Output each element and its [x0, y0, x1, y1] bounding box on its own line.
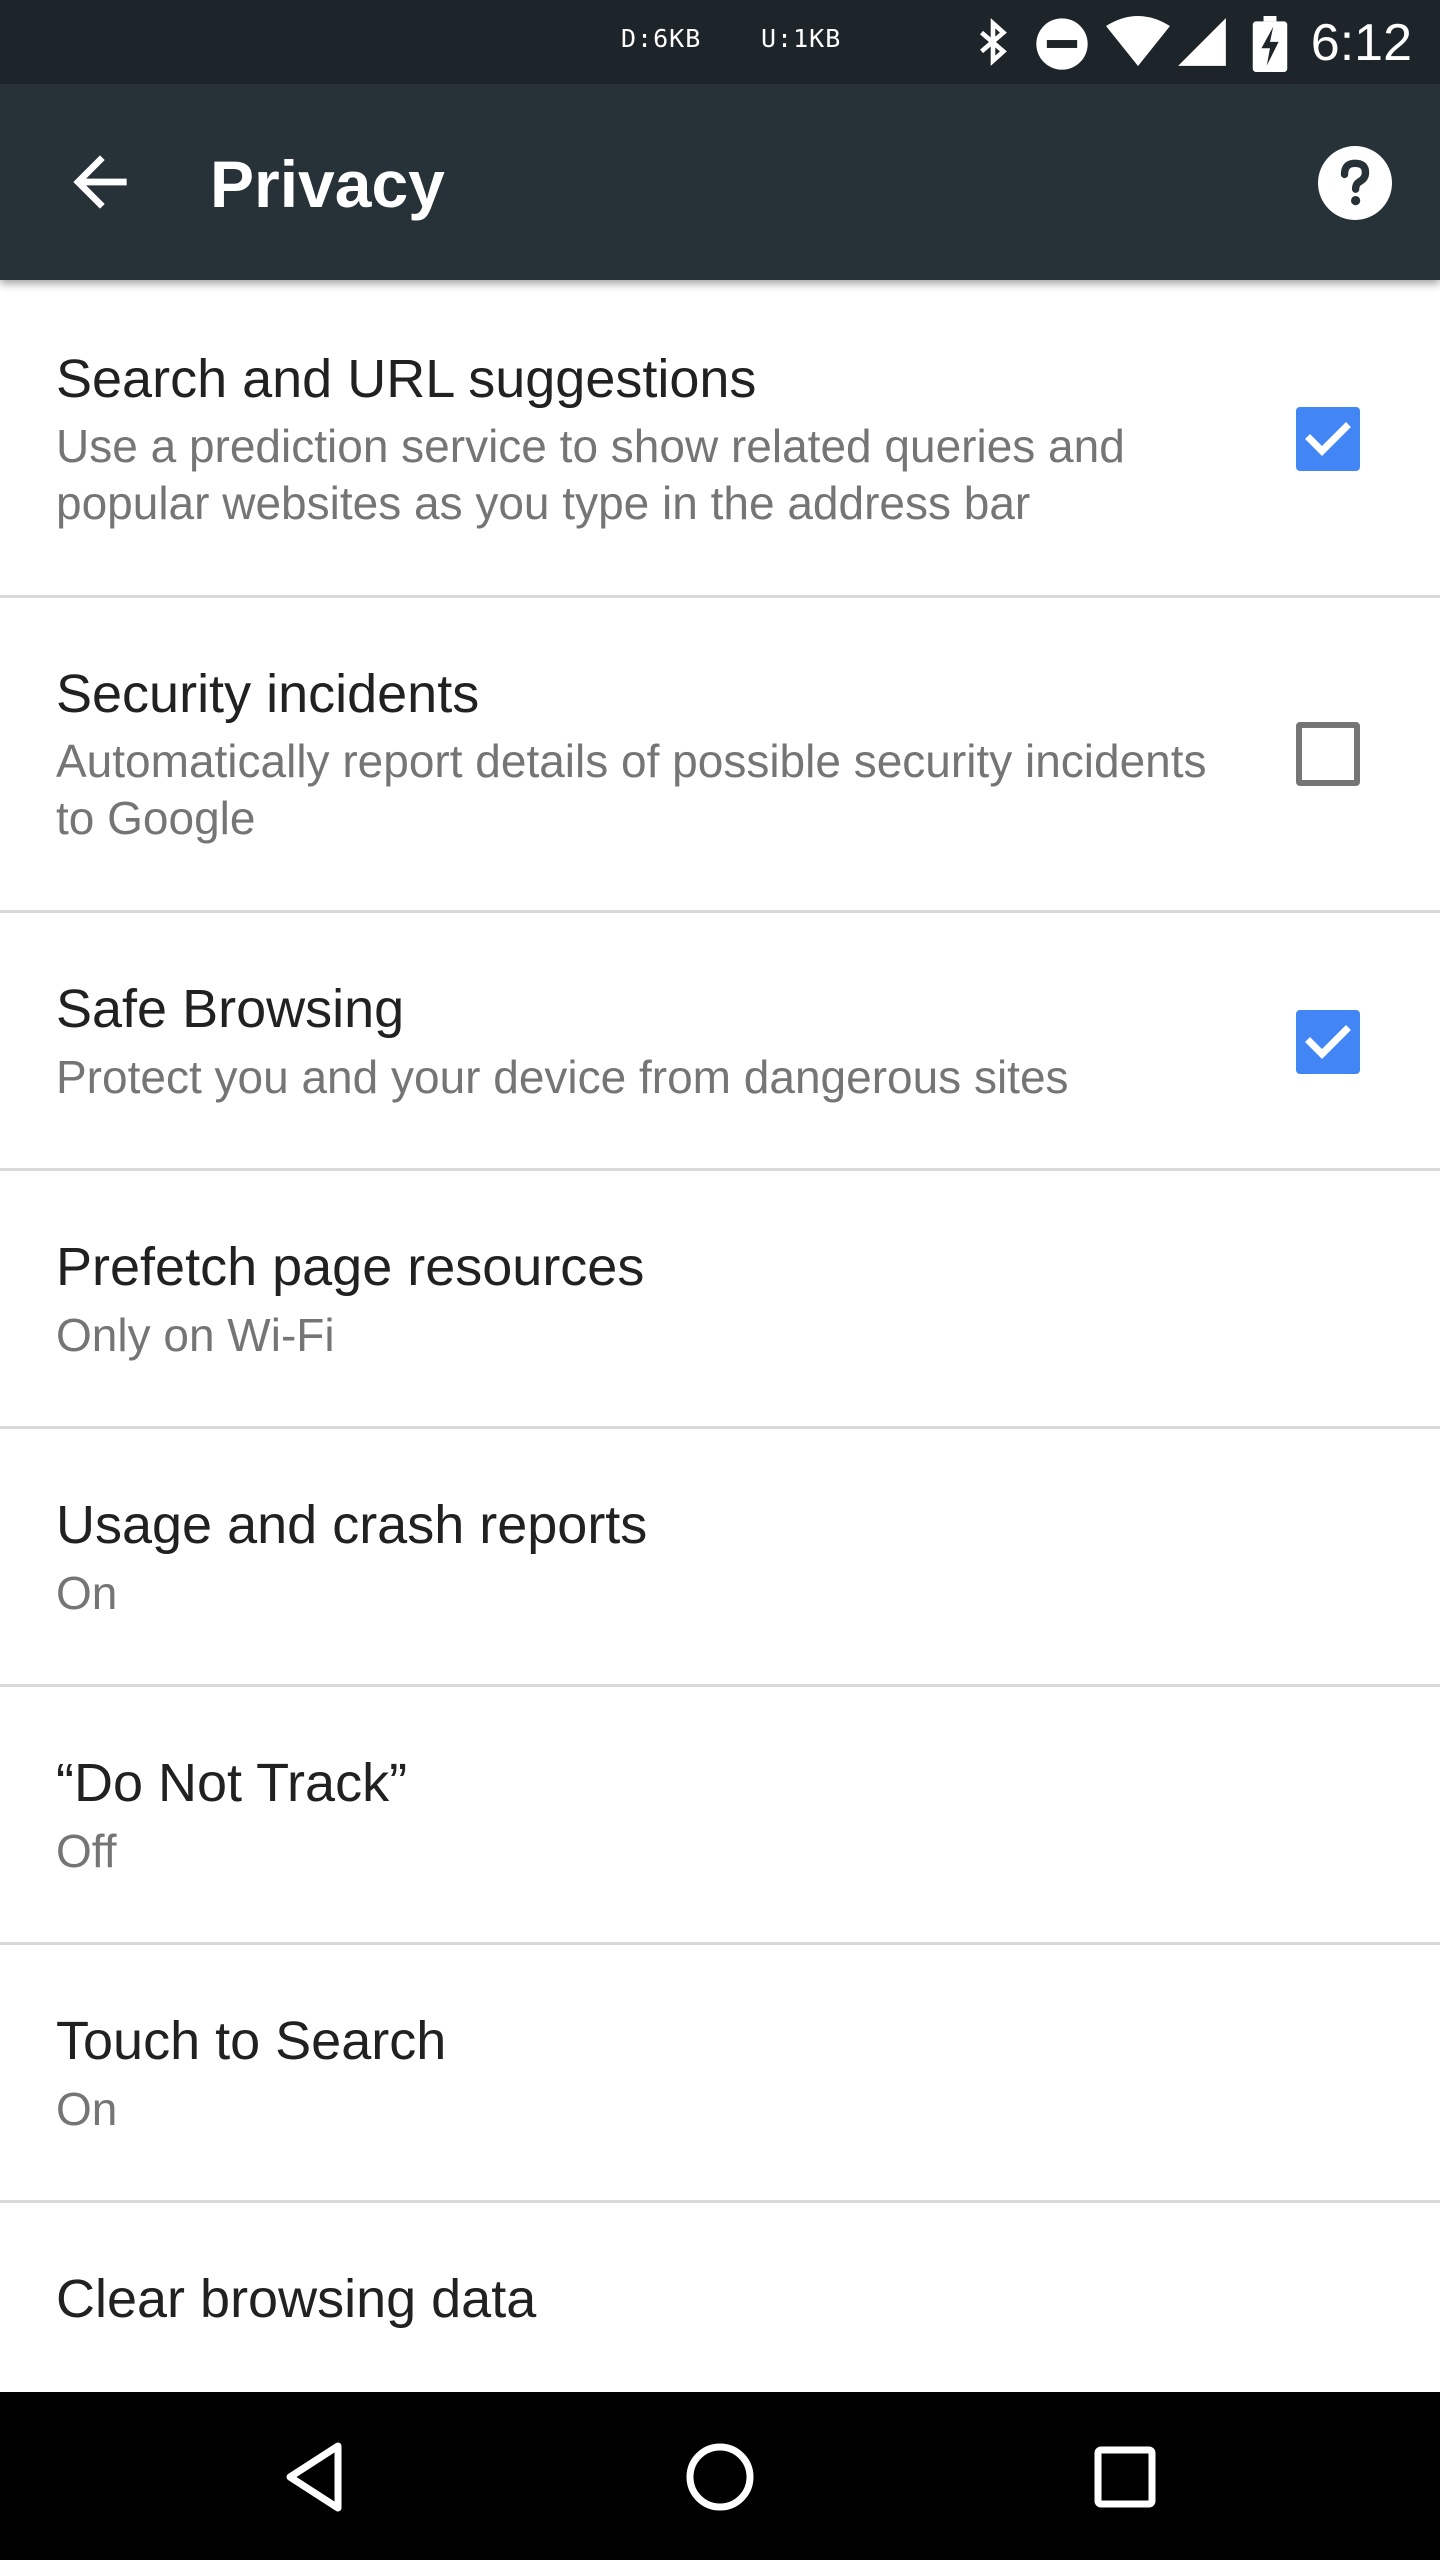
setting-summary: Automatically report details of possible…	[56, 735, 1207, 844]
battery-charging-icon	[1252, 16, 1288, 72]
checkbox-safe-browsing[interactable]	[1296, 1010, 1360, 1074]
upload-speed: U:1KB	[761, 24, 842, 53]
wifi-icon	[1106, 16, 1170, 66]
checkmark-icon	[1305, 1025, 1351, 1059]
setting-safe-browsing[interactable]: Safe Browsing Protect you and your devic…	[0, 913, 1440, 1171]
setting-title: “Do Not Track”	[56, 1753, 408, 1813]
checkmark-icon	[1305, 422, 1351, 456]
setting-summary: Protect you and your device from dangero…	[56, 1051, 1069, 1103]
setting-summary: Only on Wi-Fi	[56, 1309, 335, 1361]
nav-bar	[0, 2392, 1440, 2560]
help-icon[interactable]	[1318, 146, 1392, 220]
clock: 6:12	[1310, 14, 1412, 72]
checkbox-search-url-suggestions[interactable]	[1296, 407, 1360, 471]
back-triangle-icon[interactable]	[272, 2432, 362, 2522]
setting-do-not-track[interactable]: “Do Not Track” Off	[0, 1687, 1440, 1945]
settings-list: Search and URL suggestions Use a predict…	[0, 280, 1440, 2403]
cell-signal-icon	[1178, 18, 1226, 66]
setting-title: Clear browsing data	[56, 2269, 537, 2329]
setting-search-url-suggestions[interactable]: Search and URL suggestions Use a predict…	[0, 280, 1440, 598]
setting-title: Usage and crash reports	[56, 1495, 648, 1555]
page-title: Privacy	[210, 147, 445, 221]
setting-touch-to-search[interactable]: Touch to Search On	[0, 1945, 1440, 2203]
setting-summary: Use a prediction service to show related…	[56, 420, 1125, 529]
setting-summary: Off	[56, 1825, 117, 1877]
app-bar: Privacy	[0, 84, 1440, 280]
bluetooth-icon	[980, 18, 1007, 66]
status-bar: D:6KB U:1KB 6:12	[0, 0, 1440, 84]
setting-usage-crash-reports[interactable]: Usage and crash reports On	[0, 1429, 1440, 1687]
recents-square-icon[interactable]	[1080, 2432, 1170, 2522]
setting-title: Prefetch page resources	[56, 1237, 645, 1297]
do-not-disturb-icon	[1036, 18, 1088, 70]
setting-title: Search and URL suggestions	[56, 349, 757, 409]
checkbox-security-incidents[interactable]	[1296, 722, 1360, 786]
setting-clear-browsing-data[interactable]: Clear browsing data	[0, 2203, 1440, 2403]
arrow-back-icon[interactable]	[60, 142, 140, 222]
download-speed: D:6KB	[621, 24, 702, 53]
setting-security-incidents[interactable]: Security incidents Automatically report …	[0, 598, 1440, 913]
setting-prefetch-page-resources[interactable]: Prefetch page resources Only on Wi-Fi	[0, 1171, 1440, 1429]
setting-title: Security incidents	[56, 664, 480, 724]
setting-title: Safe Browsing	[56, 979, 405, 1039]
setting-title: Touch to Search	[56, 2011, 447, 2071]
setting-summary: On	[56, 1567, 118, 1619]
setting-summary: On	[56, 2083, 118, 2135]
home-circle-icon[interactable]	[675, 2432, 765, 2522]
